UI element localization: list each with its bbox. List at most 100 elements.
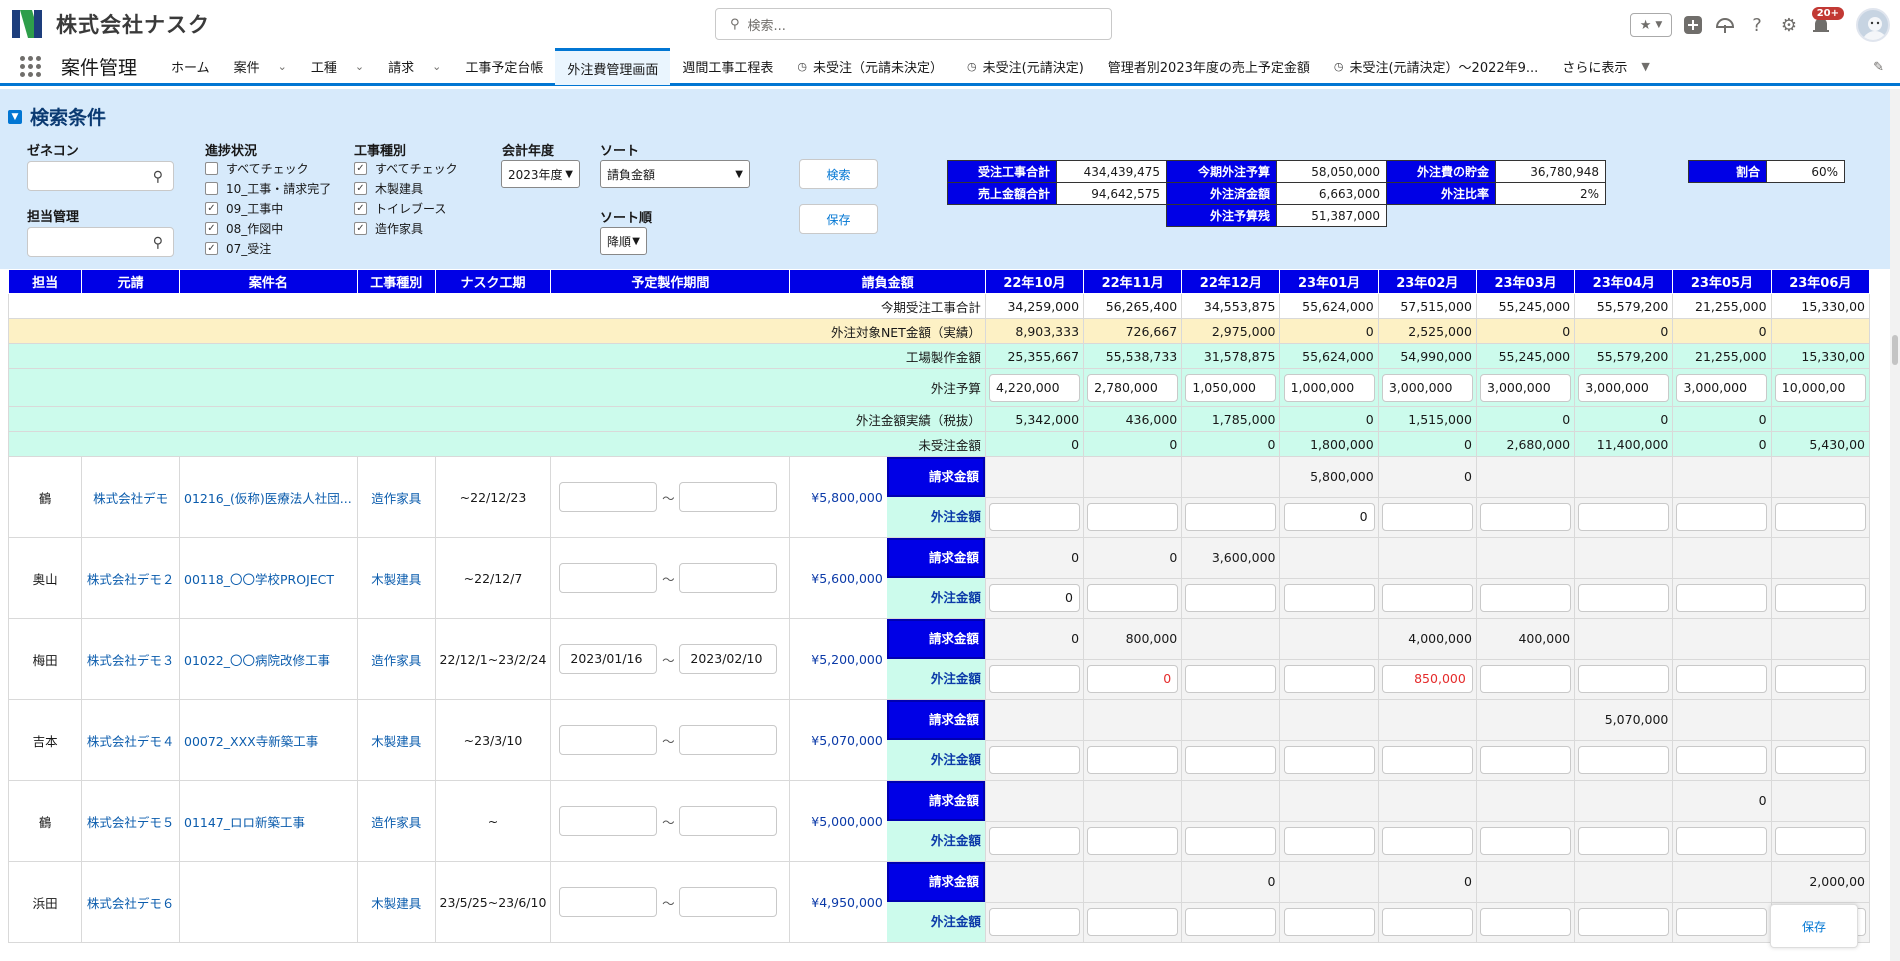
budget-input[interactable]: 3,000,000 [1381, 373, 1473, 402]
sort-select[interactable]: 請負金額 ▼ [600, 160, 750, 188]
project-name-link[interactable]: 01022_〇〇病院改修工事 [179, 618, 358, 700]
budget-input[interactable]: 3,000,000 [1676, 373, 1768, 402]
sort-order-select[interactable]: 降順 ▼ [600, 227, 647, 255]
outsource-input[interactable] [1381, 584, 1473, 613]
outsource-input[interactable] [1185, 584, 1277, 613]
tab-7[interactable]: ◷ 未受注（元請未決定） [785, 49, 955, 85]
summary-cell[interactable]: 1,050,000 [1181, 368, 1281, 407]
outsource-input[interactable] [1480, 908, 1572, 937]
outsource-cell[interactable] [1475, 820, 1576, 862]
project-work-type-link[interactable]: 造作家具 [356, 780, 436, 862]
outsource-cell[interactable] [1475, 577, 1576, 619]
outsource-cell[interactable] [1770, 658, 1870, 700]
checkbox-option[interactable]: ✓ すべてチェック [354, 160, 458, 177]
end-date-input[interactable] [679, 887, 778, 917]
global-actions-plus-icon[interactable] [1682, 14, 1704, 36]
outsource-cell[interactable] [984, 496, 1085, 538]
outsource-input[interactable] [1480, 584, 1572, 613]
outsource-input[interactable] [1578, 827, 1670, 856]
company-logo[interactable]: 株式会社ナスク [10, 8, 210, 40]
project-name-link[interactable]: 01147_ロロ新築工事 [179, 780, 358, 862]
outsource-cell[interactable] [1475, 739, 1576, 781]
month-column-header[interactable]: 23年05月 [1672, 269, 1772, 294]
budget-input[interactable]: 10,000,00 [1774, 373, 1866, 402]
help-icon[interactable]: ? [1746, 14, 1768, 36]
project-client-link[interactable]: 株式会社デモ３ [81, 618, 180, 700]
month-column-header[interactable]: 23年06月 [1770, 269, 1870, 294]
outsource-input[interactable] [1774, 584, 1866, 613]
summary-cell[interactable]: 10,000,00 [1770, 368, 1870, 407]
outsource-cell[interactable] [1181, 739, 1281, 781]
tab-10[interactable]: ◷ 未受注(元請決定）～2022年9... [1322, 49, 1550, 85]
column-header[interactable]: 元請 [81, 269, 180, 294]
outsource-cell[interactable] [1279, 739, 1379, 781]
outsource-input[interactable] [1381, 503, 1473, 532]
outsource-input[interactable] [1087, 827, 1179, 856]
outsource-input[interactable] [1283, 584, 1375, 613]
outsource-cell[interactable] [1770, 739, 1870, 781]
edit-nav-pencil-icon[interactable]: ✎ [1873, 60, 1884, 75]
outsource-input[interactable] [1676, 908, 1768, 937]
outsource-input[interactable] [1480, 503, 1572, 532]
outsource-input[interactable] [1480, 665, 1572, 694]
outsource-cell[interactable] [1181, 496, 1281, 538]
outsource-cell[interactable] [984, 658, 1085, 700]
collapse-toggle-icon[interactable]: ▼ [8, 109, 22, 124]
outsource-input[interactable] [1185, 746, 1277, 775]
project-work-type-link[interactable]: 木製建具 [356, 861, 436, 943]
page-scrollbar[interactable] [1890, 89, 1900, 961]
outsource-cell[interactable] [1279, 577, 1379, 619]
tab-8[interactable]: ◷ 未受注(元請決定) [955, 49, 1096, 85]
checkbox-checked-icon[interactable]: ✓ [354, 162, 367, 175]
save-search-button[interactable]: 保存 [799, 204, 878, 234]
app-launcher-icon[interactable] [20, 55, 42, 78]
budget-input[interactable]: 1,000,000 [1283, 373, 1375, 402]
tab-1[interactable]: 案件 ⌄ [222, 49, 299, 85]
project-name-link[interactable]: 00072_XXX寺新築工事 [179, 699, 358, 781]
budget-input[interactable]: 3,000,000 [1578, 373, 1670, 402]
checkbox-option[interactable]: ✓ 造作家具 [354, 220, 423, 237]
manager-input[interactable]: ⚲ [27, 227, 174, 257]
tab-more[interactable]: さらに表示 ▼ [1550, 49, 1661, 85]
outsource-cell[interactable] [1083, 739, 1183, 781]
outsource-cell[interactable] [1672, 820, 1772, 862]
outsource-cell[interactable] [1279, 820, 1379, 862]
checkbox-checked-icon[interactable]: ✓ [354, 202, 367, 215]
outsource-input[interactable] [988, 827, 1080, 856]
checkbox-checked-icon[interactable]: ✓ [205, 202, 218, 215]
outsource-input[interactable]: 850,000 [1381, 665, 1473, 694]
outsource-input[interactable] [988, 908, 1080, 937]
start-date-input[interactable] [559, 563, 658, 593]
outsource-cell[interactable]: 850,000 [1377, 658, 1477, 700]
checkbox-empty-icon[interactable] [205, 182, 218, 195]
outsource-input[interactable] [1578, 746, 1670, 775]
summary-cell[interactable]: 1,000,000 [1279, 368, 1379, 407]
checkbox-option[interactable]: ✓ 木製建具 [354, 180, 423, 197]
project-work-type-link[interactable]: 木製建具 [356, 537, 436, 619]
search-button[interactable]: 検索 [799, 159, 878, 189]
outsource-cell[interactable] [984, 739, 1085, 781]
checkbox-checked-icon[interactable]: ✓ [354, 182, 367, 195]
tab-3[interactable]: 請求 ⌄ [376, 49, 453, 85]
outsource-cell[interactable] [1672, 901, 1772, 943]
outsource-input[interactable] [1185, 503, 1277, 532]
general-contractor-input[interactable]: ⚲ [27, 161, 174, 191]
outsource-input[interactable] [1185, 665, 1277, 694]
outsource-input[interactable] [1676, 503, 1768, 532]
checkbox-option[interactable]: ✓ 09_工事中 [205, 200, 283, 217]
outsource-input[interactable]: 0 [1283, 503, 1375, 532]
start-date-input[interactable]: 2023/01/16 [559, 644, 658, 674]
column-header[interactable]: 請負金額 [789, 269, 986, 294]
outsource-input[interactable] [1185, 908, 1277, 937]
outsource-input[interactable] [988, 665, 1080, 694]
outsource-cell[interactable] [1377, 496, 1477, 538]
outsource-cell[interactable] [1770, 496, 1870, 538]
outsource-cell[interactable] [1672, 577, 1772, 619]
outsource-input[interactable] [1774, 503, 1866, 532]
outsource-input[interactable] [1774, 827, 1866, 856]
tab-0[interactable]: ホーム [159, 49, 222, 85]
project-work-type-link[interactable]: 造作家具 [356, 456, 436, 538]
outsource-cell[interactable] [1377, 577, 1477, 619]
project-client-link[interactable]: 株式会社デモ２ [81, 537, 180, 619]
outsource-cell[interactable] [1181, 820, 1281, 862]
